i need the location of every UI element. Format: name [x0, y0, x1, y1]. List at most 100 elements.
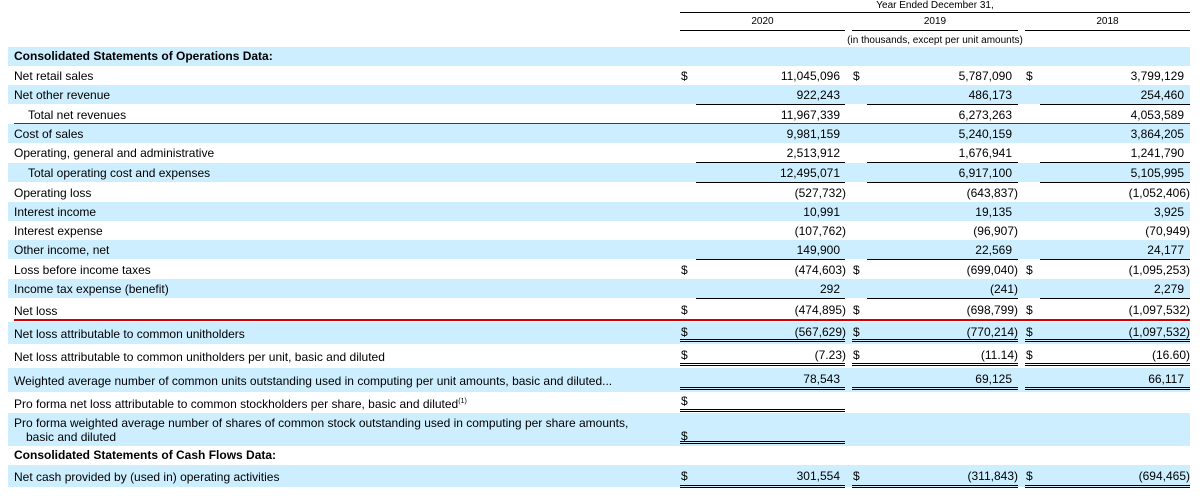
value-2018: (16.60): [1151, 348, 1190, 362]
row-label: Net loss attributable to common unithold…: [14, 327, 245, 341]
row-label: Operating, general and administrative: [14, 146, 215, 160]
total-double-rule: [852, 387, 1018, 390]
value-2020: 301,554: [796, 469, 840, 483]
value-2018: 4,053,589: [1130, 108, 1184, 122]
header-year-ended: Year Ended December 31,: [876, 0, 994, 11]
row-label: Interest income: [14, 205, 97, 219]
header-col-2018: 2018: [1096, 16, 1119, 27]
value-2020: (7.23): [814, 348, 846, 362]
table-row: Net loss attributable to common unithold…: [0, 345, 1200, 367]
value-2020: 2,513,912: [786, 146, 840, 160]
dollar-sign: $: [853, 69, 860, 83]
row-label: Total net revenues: [28, 108, 127, 122]
dollar-sign: $: [681, 69, 688, 83]
footnote-marker: (1): [458, 398, 467, 405]
value-2019: (241): [989, 282, 1018, 296]
value-2018: 66,117: [1148, 372, 1184, 386]
section-cash-flows: Consolidated Statements of Cash Flows Da…: [0, 446, 1200, 465]
header-rule: [680, 12, 1190, 13]
row-shading: [8, 85, 1190, 104]
table-row: Operating, general and administrative 2,…: [0, 143, 1200, 162]
row-label: Loss before income taxes: [14, 263, 151, 277]
value-2019: 486,173: [968, 88, 1012, 102]
value-2018: (70,949): [1145, 224, 1190, 238]
value-2018: (1,097,532): [1128, 303, 1190, 317]
total-double-rule: [852, 485, 1018, 488]
highlight-line: [14, 319, 1190, 321]
row-label: Net other revenue: [14, 88, 111, 102]
value-2020: 78,543: [803, 372, 840, 386]
dollar-sign: $: [1026, 469, 1033, 483]
section-operations-title: Consolidated Statements of Operations Da…: [14, 49, 273, 63]
dollar-sign: $: [1026, 348, 1033, 362]
header-units-note: (in thousands, except per unit amounts): [847, 35, 1023, 46]
total-double-rule: [1025, 339, 1190, 342]
table-row: Loss before income taxes $ (474,603) $ (…: [0, 260, 1200, 279]
row-label: Net retail sales: [14, 69, 94, 83]
value-2020: 149,900: [796, 243, 840, 257]
value-2020: 12,495,071: [779, 166, 840, 180]
row-label: Income tax expense (benefit): [14, 282, 169, 296]
value-2020: (527,732): [794, 186, 846, 200]
total-double-rule: [1025, 387, 1190, 390]
header-col-rule-2019: [852, 30, 1018, 31]
value-2019: 69,125: [975, 372, 1012, 386]
table-row: Net other revenue 922,243 486,173 254,46…: [0, 85, 1200, 104]
value-2018: (694,465): [1138, 469, 1190, 483]
total-double-rule: [852, 339, 1018, 342]
value-2018: 2,279: [1153, 282, 1184, 296]
subtotal-rule: [867, 298, 1018, 299]
row-label: Pro forma net loss attributable to commo…: [14, 397, 467, 411]
row-label: Other income, net: [14, 243, 110, 257]
value-2019: (699,040): [966, 263, 1018, 277]
value-2020: (107,762): [794, 224, 846, 238]
value-2018: 3,864,205: [1130, 127, 1184, 141]
value-2019: 1,676,941: [958, 146, 1012, 160]
value-2019: (698,799): [966, 303, 1018, 317]
row-label: Interest expense: [14, 224, 103, 238]
section-operations: Consolidated Statements of Operations Da…: [0, 47, 1200, 66]
subtotal-rule: [1040, 298, 1190, 299]
row-label: Weighted average number of common units …: [14, 374, 613, 388]
dollar-sign: $: [681, 303, 688, 317]
row-label: Total operating cost and expenses: [28, 166, 211, 180]
value-2019: 6,917,100: [958, 166, 1012, 180]
value-2019: 19,135: [975, 205, 1012, 219]
row-label-line-2: basic and diluted: [26, 430, 117, 444]
dollar-sign: $: [1026, 303, 1033, 317]
dollar-sign: $: [853, 469, 860, 483]
dollar-sign: $: [681, 469, 688, 483]
row-shading: [8, 240, 1190, 259]
table-row: Net cash provided by (used in) operating…: [0, 465, 1200, 487]
table-row: Income tax expense (benefit) 292 (241) 2…: [0, 279, 1200, 298]
value-2019: 5,787,090: [958, 69, 1012, 83]
table-row: Total net revenues 11,967,339 6,273,263 …: [0, 105, 1200, 124]
value-2019: 6,273,263: [958, 108, 1012, 122]
dollar-sign: $: [1026, 69, 1033, 83]
dollar-sign: $: [853, 348, 860, 362]
total-double-rule: [680, 387, 845, 390]
value-2018: 24,177: [1147, 243, 1184, 257]
table-row: Interest expense (107,762) (96,907) (70,…: [0, 221, 1200, 240]
total-double-rule: [680, 485, 845, 488]
dollar-sign: $: [681, 263, 688, 277]
value-2020: (567,629): [794, 325, 846, 339]
table-row: Net loss attributable to common unithold…: [0, 322, 1200, 344]
row-label-line-1: Pro forma weighted average number of sha…: [14, 416, 629, 430]
table-row: Other income, net 149,900 22,569 24,177: [0, 240, 1200, 259]
value-2019: 5,240,159: [958, 127, 1012, 141]
value-2019: (643,837): [966, 186, 1018, 200]
value-2020: 11,045,096: [780, 69, 840, 83]
dollar-sign: $: [853, 303, 860, 317]
value-2018: (1,097,532): [1128, 325, 1190, 339]
dollar-sign: $: [853, 325, 860, 339]
value-2020: (474,895): [794, 303, 846, 317]
total-double-rule: [852, 363, 1018, 366]
total-double-rule: [680, 441, 845, 444]
value-2020: (474,603): [794, 263, 846, 277]
row-label: Operating loss: [14, 186, 92, 200]
value-2020: 10,991: [803, 205, 840, 219]
row-label: Net loss attributable to common unithold…: [14, 350, 385, 364]
dollar-sign: $: [681, 325, 688, 339]
dollar-sign: $: [1026, 325, 1033, 339]
